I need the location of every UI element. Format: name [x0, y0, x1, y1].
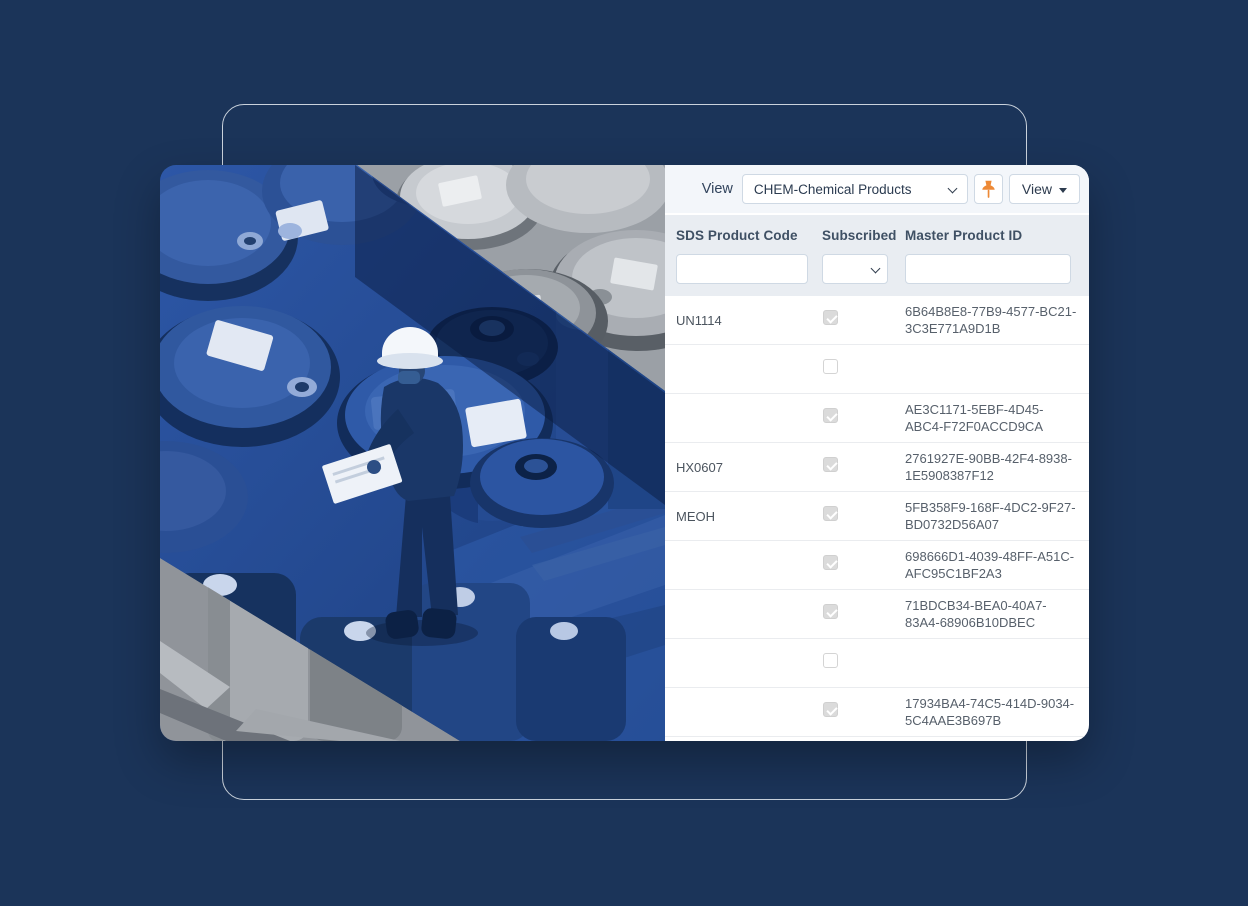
table-row[interactable]: 698666D1-4039-48FF-A51C-AFC95C1BF2A3 — [665, 541, 1089, 590]
chevron-down-icon — [947, 184, 957, 194]
column-header-subscribed: Subscribed — [822, 228, 905, 243]
table-row[interactable] — [665, 345, 1089, 394]
column-header-sds-product-code: SDS Product Code — [676, 228, 822, 243]
view-menu-button[interactable]: View — [1009, 174, 1080, 204]
master-product-id-cell: 2761927E-90BB-42F4-8938-1E5908387F12 — [905, 450, 1079, 484]
view-menu-label: View — [1022, 181, 1052, 197]
master-product-id-cell: 6B64B8E8-77B9-4577-BC21-3C3E771A9D1B — [905, 303, 1079, 337]
product-photo — [160, 165, 665, 741]
master-product-id-cell: AE3C1171-5EBF-4D45-ABC4-F72F0ACCD9CA — [905, 401, 1079, 435]
subscribed-checkbox[interactable] — [823, 310, 838, 325]
view-select-value: CHEM-Chemical Products — [754, 182, 912, 197]
pushpin-icon — [981, 180, 996, 199]
table-row[interactable] — [665, 639, 1089, 688]
page-background: View CHEM-Chemical Products View — [0, 0, 1248, 906]
sds-product-code-cell: MEOH — [676, 509, 822, 524]
grid-rows: UN1114 6B64B8E8-77B9-4577-BC21-3C3E771A9… — [665, 296, 1089, 741]
master-product-id-cell: 17934BA4-74C5-414D-9034-5C4AAE3B697B — [905, 695, 1079, 729]
master-product-id-filter-input[interactable] — [905, 254, 1071, 284]
table-row[interactable]: UN1114 6B64B8E8-77B9-4577-BC21-3C3E771A9… — [665, 296, 1089, 345]
chemical-drums-illustration — [160, 165, 665, 741]
subscribed-checkbox[interactable] — [823, 653, 838, 668]
view-select[interactable]: CHEM-Chemical Products — [742, 174, 968, 204]
sds-subscription-card: View CHEM-Chemical Products View — [160, 165, 1089, 741]
sds-product-code-filter-input[interactable] — [676, 254, 808, 284]
table-panel: View CHEM-Chemical Products View — [665, 165, 1089, 741]
pin-view-button[interactable] — [974, 174, 1003, 204]
master-product-id-cell: 5FB358F9-168F-4DC2-9F27-BD0732D56A07 — [905, 499, 1079, 533]
table-row[interactable]: 71BDCB34-BEA0-40A7-83A4-68906B10DBEC — [665, 590, 1089, 639]
table-row[interactable]: 17934BA4-74C5-414D-9034-5C4AAE3B697B — [665, 688, 1089, 737]
subscribed-checkbox[interactable] — [823, 408, 838, 423]
sds-product-code-cell: UN1114 — [676, 313, 822, 328]
caret-down-icon — [1059, 188, 1067, 193]
subscribed-checkbox[interactable] — [823, 702, 838, 717]
grid-toolbar: View CHEM-Chemical Products View — [665, 165, 1089, 213]
master-product-id-cell: 698666D1-4039-48FF-A51C-AFC95C1BF2A3 — [905, 548, 1079, 582]
chevron-down-icon — [871, 264, 881, 274]
subscribed-checkbox[interactable] — [823, 506, 838, 521]
grid-header: SDS Product Code Subscribed Master Produ… — [665, 215, 1089, 296]
master-product-id-cell: 71BDCB34-BEA0-40A7-83A4-68906B10DBEC — [905, 597, 1079, 631]
subscribed-checkbox[interactable] — [823, 457, 838, 472]
column-header-master-product-id: Master Product ID — [905, 228, 1079, 243]
subscribed-checkbox[interactable] — [823, 555, 838, 570]
subscribed-checkbox[interactable] — [823, 604, 838, 619]
table-row[interactable]: HX0607 2761927E-90BB-42F4-8938-1E5908387… — [665, 443, 1089, 492]
view-label: View — [702, 181, 733, 197]
subscribed-filter-select[interactable] — [822, 254, 888, 284]
subscribed-checkbox[interactable] — [823, 359, 838, 374]
table-row[interactable]: AE3C1171-5EBF-4D45-ABC4-F72F0ACCD9CA — [665, 394, 1089, 443]
sds-product-code-cell: HX0607 — [676, 460, 822, 475]
table-row[interactable]: MEOH 5FB358F9-168F-4DC2-9F27-BD0732D56A0… — [665, 492, 1089, 541]
